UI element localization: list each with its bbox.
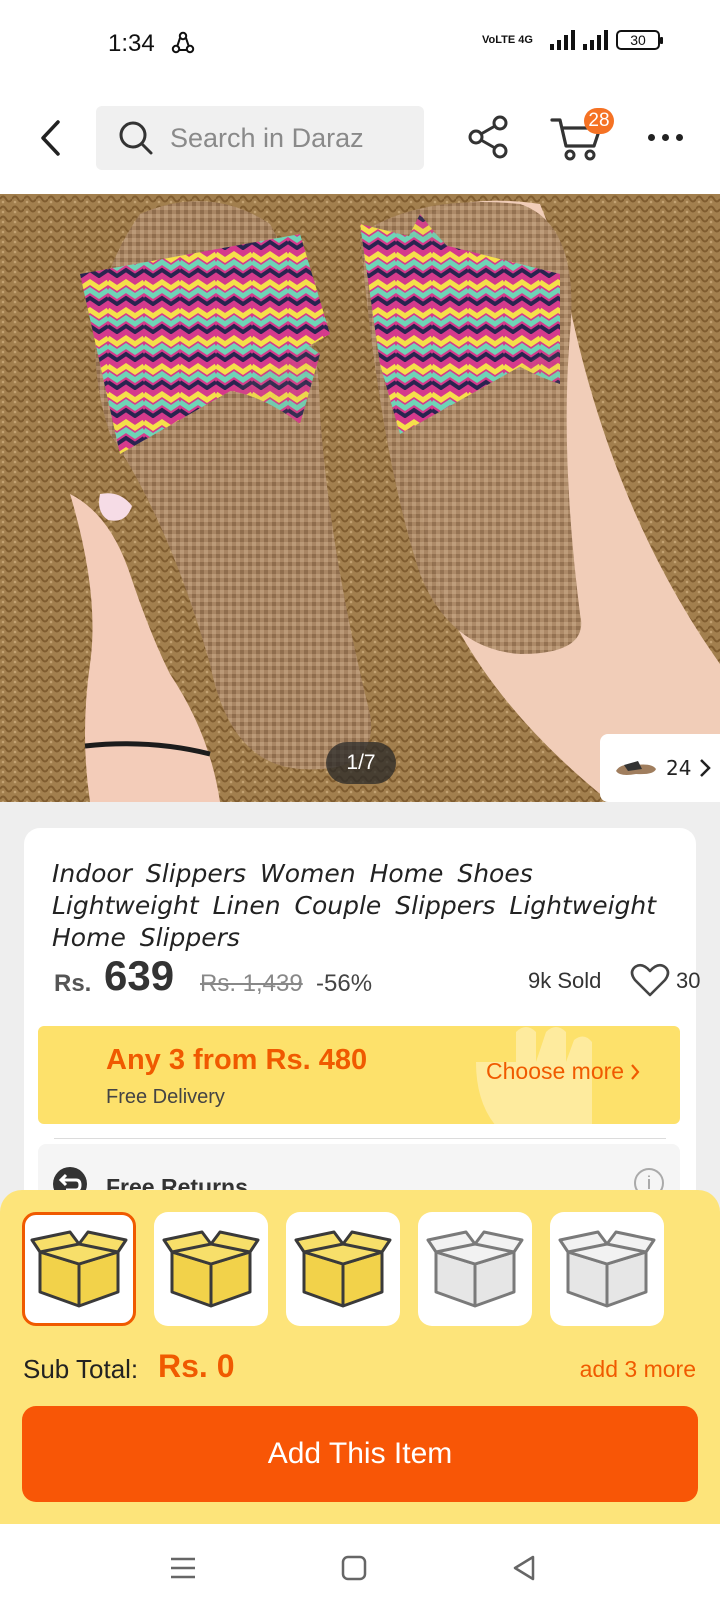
product-image[interactable] [0, 194, 720, 802]
variant-selector[interactable]: 24 [600, 734, 720, 802]
status-time: 1:34 [108, 30, 155, 57]
menu-icon [171, 1557, 195, 1579]
battery-level: 30 [630, 32, 646, 48]
status-bar: 1:34 VoLTE 4G 30 [0, 0, 720, 92]
subtotal-value: Rs. 0 [158, 1348, 235, 1384]
box-icon [162, 1230, 260, 1308]
box-icon-inactive [426, 1230, 524, 1308]
bundle-slots [22, 1212, 664, 1326]
promo-title: Any 3 from Rs. 480 [106, 1044, 368, 1076]
chevron-right-icon [631, 1063, 640, 1080]
sold-count: 9k Sold [528, 968, 602, 993]
share-icon[interactable] [466, 114, 512, 160]
bundle-slot-2[interactable] [154, 1212, 268, 1326]
chevron-left-icon [41, 120, 60, 156]
product-title: Indoor Slippers Women Home Shoes Lightwe… [52, 859, 657, 952]
bundle-panel: Sub Total: Rs. 0 add 3 more Add This Ite… [0, 1190, 720, 1524]
more-options-button[interactable] [640, 122, 690, 152]
slippers-photo [0, 194, 720, 802]
discount-percent: -56% [316, 970, 373, 997]
system-nav-bar [0, 1524, 720, 1612]
variant-count: 24 [666, 756, 692, 780]
triangle-back-icon [513, 1555, 535, 1581]
bundle-slot-3[interactable] [286, 1212, 400, 1326]
search-icon [116, 118, 156, 158]
network-label: VoLTE 4G [482, 33, 533, 46]
bundle-slot-5[interactable] [550, 1212, 664, 1326]
search-bar[interactable] [96, 106, 424, 170]
add-more-hint: add 3 more [579, 1356, 696, 1382]
price-row: Rs. 639 Rs. 1,439 -56% 9k Sold 30 [54, 952, 700, 1002]
bundle-slot-1[interactable] [22, 1212, 136, 1326]
divider [54, 1138, 666, 1139]
product-detail-page: 1:34 VoLTE 4G 30 Search in Daraz 28 1/7 … [0, 0, 720, 1612]
search-input[interactable] [170, 122, 410, 154]
subtotal-label: Sub Total: [23, 1354, 139, 1384]
heart-icon[interactable] [630, 962, 670, 998]
cart-count-badge: 28 [584, 108, 614, 134]
recent-apps-button[interactable] [163, 1550, 203, 1586]
sync-icon [171, 31, 195, 54]
original-price: Rs. 1,439 [200, 970, 303, 997]
promo-subtitle: Free Delivery [106, 1086, 225, 1108]
top-bar: 28 [0, 92, 720, 194]
home-button[interactable] [334, 1550, 374, 1586]
back-button[interactable] [30, 114, 70, 162]
signal-icon [550, 30, 575, 50]
product-info-card: Indoor Slippers Women Home Shoes Lightwe… [24, 828, 700, 1208]
wishlist-count: 30 [676, 968, 701, 993]
price-currency: Rs. [54, 970, 92, 997]
slipper-thumbnail-icon [616, 761, 656, 775]
image-counter: 1/7 [326, 742, 396, 784]
box-icon [294, 1230, 392, 1308]
status-indicators: VoLTE 4G 30 [482, 30, 663, 50]
box-icon-inactive [558, 1230, 656, 1308]
add-this-item-button[interactable]: Add This Item [22, 1406, 698, 1502]
price-value: 639 [104, 952, 175, 999]
signal-icon-2 [583, 30, 608, 50]
box-icon [30, 1230, 128, 1308]
bundle-promo-banner[interactable]: Any 3 from Rs. 480 Free Delivery Choose … [38, 1026, 680, 1124]
back-nav-button[interactable] [504, 1550, 544, 1586]
bundle-slot-4[interactable] [418, 1212, 532, 1326]
chevron-right-icon [700, 759, 712, 777]
battery-icon: 30 [616, 30, 663, 50]
choose-more-link[interactable]: Choose more [486, 1058, 640, 1085]
square-icon [341, 1555, 367, 1581]
choose-more-label: Choose more [486, 1058, 625, 1084]
